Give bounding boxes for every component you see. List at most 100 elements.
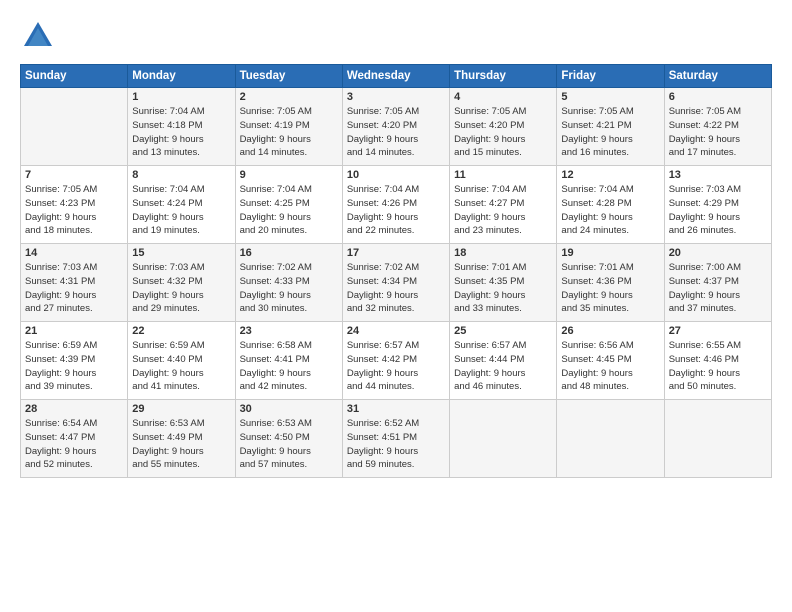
- calendar-cell: 17 Sunrise: 7:02 AMSunset: 4:34 PMDayligh…: [342, 244, 449, 322]
- day-number: 28: [25, 403, 123, 415]
- calendar-cell: 2 Sunrise: 7:05 AMSunset: 4:19 PMDaylight…: [235, 88, 342, 166]
- header-day: Sunday: [21, 65, 128, 88]
- day-number: 16: [240, 247, 338, 259]
- calendar-header: SundayMondayTuesdayWednesdayThursdayFrid…: [21, 65, 772, 88]
- day-info: Sunrise: 7:05 AMSunset: 4:20 PMDaylight:…: [454, 105, 552, 160]
- day-info: Sunrise: 7:04 AMSunset: 4:18 PMDaylight:…: [132, 105, 230, 160]
- day-number: 9: [240, 169, 338, 181]
- header-day: Friday: [557, 65, 664, 88]
- page: SundayMondayTuesdayWednesdayThursdayFrid…: [0, 0, 792, 612]
- calendar-cell: [450, 400, 557, 478]
- day-number: 30: [240, 403, 338, 415]
- day-info: Sunrise: 7:04 AMSunset: 4:26 PMDaylight:…: [347, 183, 445, 238]
- calendar-table: SundayMondayTuesdayWednesdayThursdayFrid…: [20, 64, 772, 478]
- calendar-cell: 5 Sunrise: 7:05 AMSunset: 4:21 PMDaylight…: [557, 88, 664, 166]
- day-info: Sunrise: 6:57 AMSunset: 4:42 PMDaylight:…: [347, 339, 445, 394]
- day-info: Sunrise: 7:02 AMSunset: 4:34 PMDaylight:…: [347, 261, 445, 316]
- day-number: 18: [454, 247, 552, 259]
- day-info: Sunrise: 6:55 AMSunset: 4:46 PMDaylight:…: [669, 339, 767, 394]
- calendar-cell: 18 Sunrise: 7:01 AMSunset: 4:35 PMDayligh…: [450, 244, 557, 322]
- calendar-cell: 30 Sunrise: 6:53 AMSunset: 4:50 PMDayligh…: [235, 400, 342, 478]
- day-info: Sunrise: 6:56 AMSunset: 4:45 PMDaylight:…: [561, 339, 659, 394]
- day-number: 10: [347, 169, 445, 181]
- day-number: 26: [561, 325, 659, 337]
- calendar-cell: 15Sunrise: 7:03 AMSunset: 4:32 PMDayligh…: [128, 244, 235, 322]
- calendar-cell: 23 Sunrise: 6:58 AMSunset: 4:41 PMDayligh…: [235, 322, 342, 400]
- calendar-cell: 8Sunrise: 7:04 AMSunset: 4:24 PMDaylight…: [128, 166, 235, 244]
- day-info: Sunrise: 7:05 AMSunset: 4:21 PMDaylight:…: [561, 105, 659, 160]
- calendar-cell: 6 Sunrise: 7:05 AMSunset: 4:22 PMDaylight…: [664, 88, 771, 166]
- day-number: 3: [347, 91, 445, 103]
- day-info: Sunrise: 6:57 AMSunset: 4:44 PMDaylight:…: [454, 339, 552, 394]
- day-info: Sunrise: 6:53 AMSunset: 4:49 PMDaylight:…: [132, 417, 230, 472]
- day-info: Sunrise: 6:58 AMSunset: 4:41 PMDaylight:…: [240, 339, 338, 394]
- day-info: Sunrise: 7:04 AMSunset: 4:27 PMDaylight:…: [454, 183, 552, 238]
- calendar-cell: 28 Sunrise: 6:54 AMSunset: 4:47 PMDayligh…: [21, 400, 128, 478]
- day-info: Sunrise: 7:03 AMSunset: 4:31 PMDaylight:…: [25, 261, 123, 316]
- calendar-week-row: 28 Sunrise: 6:54 AMSunset: 4:47 PMDayligh…: [21, 400, 772, 478]
- day-info: Sunrise: 7:02 AMSunset: 4:33 PMDaylight:…: [240, 261, 338, 316]
- calendar-cell: 12 Sunrise: 7:04 AMSunset: 4:28 PMDayligh…: [557, 166, 664, 244]
- day-number: 25: [454, 325, 552, 337]
- calendar-cell: 22 Sunrise: 6:59 AMSunset: 4:40 PMDayligh…: [128, 322, 235, 400]
- calendar-cell: 13 Sunrise: 7:03 AMSunset: 4:29 PMDayligh…: [664, 166, 771, 244]
- calendar-body: 1 Sunrise: 7:04 AMSunset: 4:18 PMDaylight…: [21, 88, 772, 478]
- day-info: Sunrise: 7:04 AMSunset: 4:24 PMDaylight:…: [132, 183, 230, 238]
- calendar-cell: 26 Sunrise: 6:56 AMSunset: 4:45 PMDayligh…: [557, 322, 664, 400]
- day-number: 21: [25, 325, 123, 337]
- day-number: 22: [132, 325, 230, 337]
- day-number: 13: [669, 169, 767, 181]
- day-info: Sunrise: 6:54 AMSunset: 4:47 PMDaylight:…: [25, 417, 123, 472]
- day-number: 27: [669, 325, 767, 337]
- day-number: 1: [132, 91, 230, 103]
- header-day: Saturday: [664, 65, 771, 88]
- calendar-cell: 29Sunrise: 6:53 AMSunset: 4:49 PMDayligh…: [128, 400, 235, 478]
- calendar-cell: 14 Sunrise: 7:03 AMSunset: 4:31 PMDayligh…: [21, 244, 128, 322]
- day-info: Sunrise: 7:05 AMSunset: 4:19 PMDaylight:…: [240, 105, 338, 160]
- calendar-week-row: 1 Sunrise: 7:04 AMSunset: 4:18 PMDaylight…: [21, 88, 772, 166]
- calendar-cell: 16 Sunrise: 7:02 AMSunset: 4:33 PMDayligh…: [235, 244, 342, 322]
- calendar-week-row: 21 Sunrise: 6:59 AMSunset: 4:39 PMDayligh…: [21, 322, 772, 400]
- header-day: Thursday: [450, 65, 557, 88]
- calendar-week-row: 7 Sunrise: 7:05 AMSunset: 4:23 PMDaylight…: [21, 166, 772, 244]
- calendar-cell: 21 Sunrise: 6:59 AMSunset: 4:39 PMDayligh…: [21, 322, 128, 400]
- day-number: 5: [561, 91, 659, 103]
- day-number: 20: [669, 247, 767, 259]
- calendar-week-row: 14 Sunrise: 7:03 AMSunset: 4:31 PMDayligh…: [21, 244, 772, 322]
- calendar-cell: 3Sunrise: 7:05 AMSunset: 4:20 PMDaylight…: [342, 88, 449, 166]
- day-info: Sunrise: 6:59 AMSunset: 4:40 PMDaylight:…: [132, 339, 230, 394]
- day-number: 24: [347, 325, 445, 337]
- calendar-cell: 9Sunrise: 7:04 AMSunset: 4:25 PMDaylight…: [235, 166, 342, 244]
- day-info: Sunrise: 7:03 AMSunset: 4:29 PMDaylight:…: [669, 183, 767, 238]
- logo-icon: [20, 18, 56, 54]
- day-info: Sunrise: 6:52 AMSunset: 4:51 PMDaylight:…: [347, 417, 445, 472]
- day-number: 11: [454, 169, 552, 181]
- day-number: 31: [347, 403, 445, 415]
- header-day: Tuesday: [235, 65, 342, 88]
- day-number: 23: [240, 325, 338, 337]
- day-info: Sunrise: 7:00 AMSunset: 4:37 PMDaylight:…: [669, 261, 767, 316]
- calendar-cell: [664, 400, 771, 478]
- day-number: 7: [25, 169, 123, 181]
- calendar-cell: 4Sunrise: 7:05 AMSunset: 4:20 PMDaylight…: [450, 88, 557, 166]
- day-info: Sunrise: 7:03 AMSunset: 4:32 PMDaylight:…: [132, 261, 230, 316]
- day-info: Sunrise: 7:05 AMSunset: 4:23 PMDaylight:…: [25, 183, 123, 238]
- calendar-cell: 11 Sunrise: 7:04 AMSunset: 4:27 PMDayligh…: [450, 166, 557, 244]
- calendar-cell: 10 Sunrise: 7:04 AMSunset: 4:26 PMDayligh…: [342, 166, 449, 244]
- calendar-cell: 1 Sunrise: 7:04 AMSunset: 4:18 PMDaylight…: [128, 88, 235, 166]
- calendar-cell: 24 Sunrise: 6:57 AMSunset: 4:42 PMDayligh…: [342, 322, 449, 400]
- day-number: 12: [561, 169, 659, 181]
- day-number: 14: [25, 247, 123, 259]
- day-number: 17: [347, 247, 445, 259]
- day-info: Sunrise: 7:04 AMSunset: 4:28 PMDaylight:…: [561, 183, 659, 238]
- day-info: Sunrise: 7:05 AMSunset: 4:22 PMDaylight:…: [669, 105, 767, 160]
- calendar-cell: 20 Sunrise: 7:00 AMSunset: 4:37 PMDayligh…: [664, 244, 771, 322]
- day-info: Sunrise: 7:01 AMSunset: 4:35 PMDaylight:…: [454, 261, 552, 316]
- day-info: Sunrise: 6:53 AMSunset: 4:50 PMDaylight:…: [240, 417, 338, 472]
- calendar-cell: [557, 400, 664, 478]
- calendar-cell: 19Sunrise: 7:01 AMSunset: 4:36 PMDayligh…: [557, 244, 664, 322]
- day-info: Sunrise: 6:59 AMSunset: 4:39 PMDaylight:…: [25, 339, 123, 394]
- day-number: 6: [669, 91, 767, 103]
- logo: [20, 18, 60, 54]
- day-number: 2: [240, 91, 338, 103]
